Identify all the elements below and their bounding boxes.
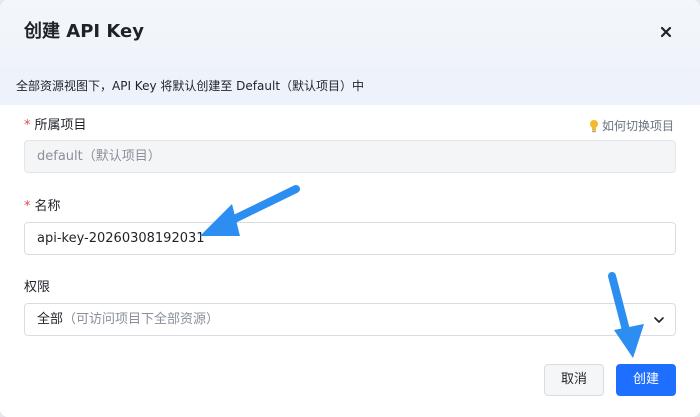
switch-project-hint-text: 如何切换项目	[602, 119, 675, 133]
required-mark: *	[24, 118, 31, 133]
close-icon	[660, 26, 672, 38]
project-label-row: * 所属项目	[24, 117, 87, 135]
cancel-button[interactable]: 取消	[544, 364, 604, 396]
dialog-title: 创建 API Key	[24, 21, 144, 42]
permission-label: 权限	[24, 280, 51, 295]
project-field: default（默认项目）	[24, 140, 676, 173]
create-api-key-dialog: 创建 API Key 全部资源视图下，API Key 将默认创建至 Defaul…	[0, 0, 700, 417]
chevron-down-icon	[651, 312, 667, 328]
lightbulb-icon	[590, 120, 598, 133]
close-button[interactable]	[656, 22, 676, 42]
name-label-row: * 名称	[24, 198, 61, 216]
permission-value-description: （可访问项目下全部资源）	[63, 312, 220, 327]
name-label: 名称	[34, 199, 61, 214]
permission-value: 全部	[37, 312, 64, 327]
info-notice: 全部资源视图下，API Key 将默认创建至 Default（默认项目）中	[0, 67, 700, 105]
switch-project-hint-link[interactable]: 如何切换项目	[588, 117, 674, 135]
project-label: 所属项目	[34, 118, 87, 133]
create-button[interactable]: 创建	[616, 364, 676, 396]
name-input[interactable]: api-key-20260308192031	[24, 222, 676, 255]
required-mark: *	[24, 199, 31, 214]
permission-select[interactable]: 全部（可访问项目下全部资源）	[24, 303, 676, 336]
